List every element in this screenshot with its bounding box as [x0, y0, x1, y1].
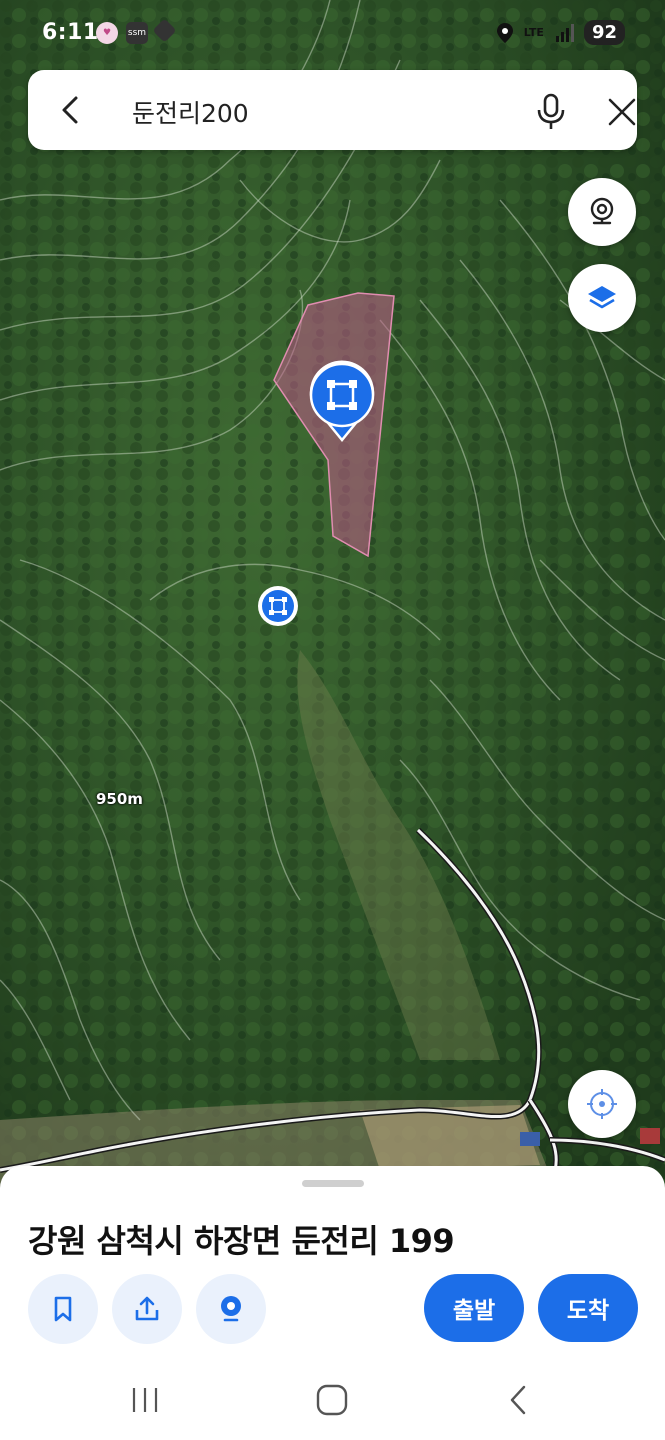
battery-level: 92	[583, 20, 625, 45]
back-icon[interactable]	[494, 1378, 544, 1422]
layers-icon	[588, 286, 616, 309]
clock: 6:11	[42, 20, 99, 45]
sheet-drag-handle[interactable]	[302, 1180, 364, 1187]
depart-button[interactable]: 출발	[424, 1274, 524, 1342]
recent-apps-icon[interactable]	[120, 1378, 170, 1422]
current-location-icon	[587, 1089, 617, 1119]
close-icon[interactable]	[600, 90, 644, 134]
save-button[interactable]	[28, 1274, 98, 1344]
current-location-button[interactable]	[568, 1070, 636, 1138]
heart-app-icon: ♥	[96, 22, 118, 44]
elevation-label: 950m	[96, 790, 143, 808]
place-pin-icon	[221, 1296, 241, 1322]
share-icon	[135, 1296, 159, 1321]
map-view[interactable]: 950m	[0, 0, 665, 1200]
place-address: 강원 삼척시 하장면 둔전리 199	[28, 1222, 455, 1260]
network-type: LTE	[523, 26, 544, 39]
share-button[interactable]	[112, 1274, 182, 1344]
search-bar[interactable]: 둔전리200	[28, 70, 637, 150]
ssm-shield-icon: ssm	[126, 22, 148, 44]
diamond-app-icon	[152, 18, 177, 43]
layers-button[interactable]	[568, 264, 636, 332]
home-icon[interactable]	[307, 1378, 357, 1422]
signal-icon	[555, 23, 574, 42]
location-icon	[496, 22, 513, 43]
street-view-icon	[590, 197, 614, 225]
status-bar: 6:11 ♥ ssm LTE 92	[0, 0, 665, 60]
search-query[interactable]: 둔전리200	[132, 94, 249, 130]
place-pin-button[interactable]	[196, 1274, 266, 1344]
microphone-icon[interactable]	[528, 88, 574, 134]
parcel-marker[interactable]	[258, 586, 298, 626]
arrive-button[interactable]: 도착	[538, 1274, 638, 1342]
back-arrow-icon[interactable]	[50, 90, 90, 130]
system-nav-bar	[0, 1360, 665, 1440]
bookmark-icon	[54, 1296, 72, 1322]
street-view-button[interactable]	[568, 178, 636, 246]
satellite-map	[0, 0, 665, 1200]
